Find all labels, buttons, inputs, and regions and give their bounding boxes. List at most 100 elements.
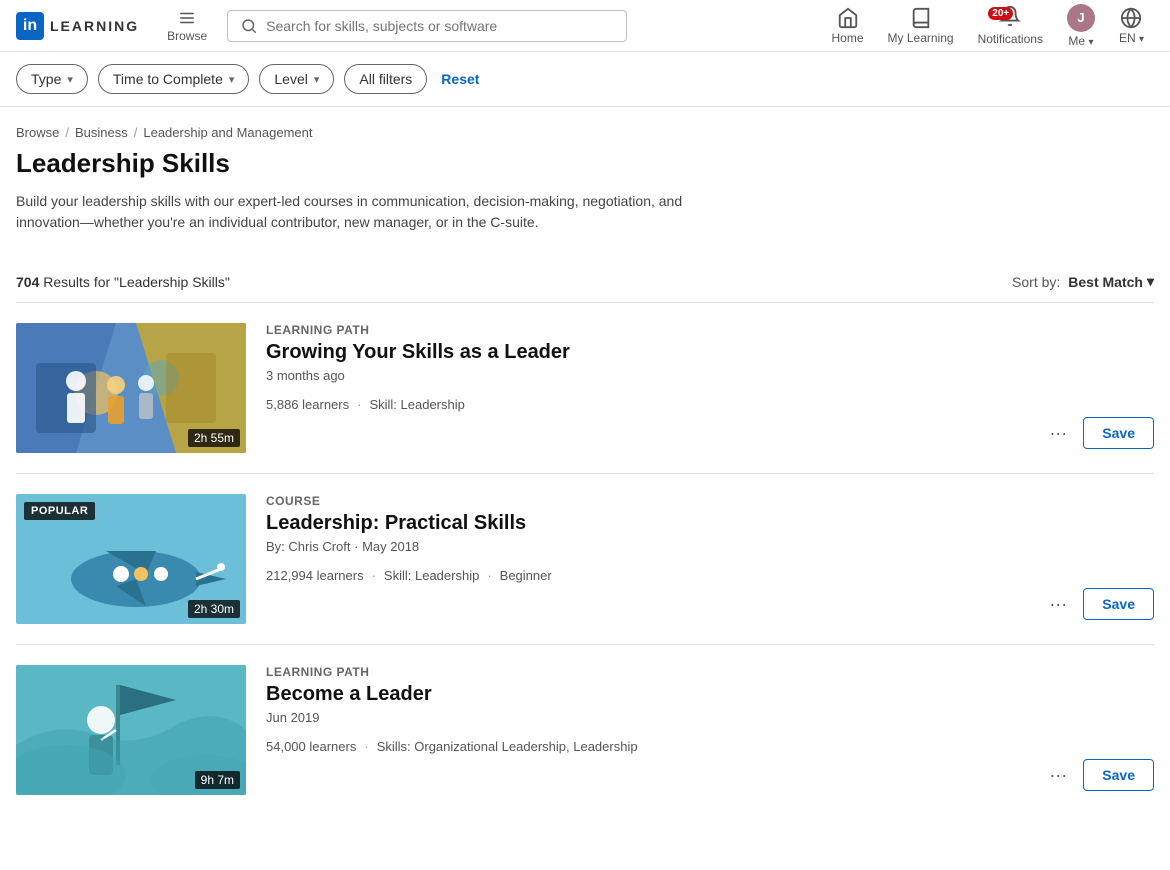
course-info-2: COURSE Leadership: Practical Skills By: … xyxy=(266,494,1023,583)
course-meta-1: 3 months ago xyxy=(266,368,1023,383)
nav-language-label: EN ▾ xyxy=(1119,31,1144,45)
table-row: POPULAR 2h 30m COURSE Leadership: Practi… xyxy=(16,473,1154,644)
filter-bar: Type ▾ Time to Complete ▾ Level ▾ All fi… xyxy=(0,52,1170,107)
course-title-1[interactable]: Growing Your Skills as a Leader xyxy=(266,341,1023,364)
filter-all-button[interactable]: All filters xyxy=(344,64,427,94)
notification-badge: 20+ xyxy=(988,7,1013,20)
course-type-1: LEARNING PATH xyxy=(266,323,1023,337)
nav-home-label: Home xyxy=(832,31,864,45)
separator: · xyxy=(372,568,376,583)
results-label: Results for "Leadership Skills" xyxy=(43,274,230,290)
breadcrumb-area: Browse / Business / Leadership and Manag… xyxy=(0,107,1170,261)
filter-time-button[interactable]: Time to Complete ▾ xyxy=(98,64,250,94)
save-button-3[interactable]: Save xyxy=(1083,759,1154,791)
table-row: 2h 55m LEARNING PATH Growing Your Skills… xyxy=(16,302,1154,473)
nav-me-label: Me ▾ xyxy=(1068,34,1093,48)
chevron-down-icon: ▾ xyxy=(67,73,73,86)
nav-me[interactable]: J Me ▾ xyxy=(1057,0,1105,52)
browse-label: Browse xyxy=(167,29,207,43)
course-learners-1: 5,886 learners xyxy=(266,397,349,412)
reset-button[interactable]: Reset xyxy=(437,65,483,93)
avatar: J xyxy=(1067,4,1095,32)
course-title-2[interactable]: Leadership: Practical Skills xyxy=(266,512,1023,535)
nav-home[interactable]: Home xyxy=(822,3,874,49)
separator: · xyxy=(357,397,361,412)
menu-icon xyxy=(178,9,196,27)
breadcrumb: Browse / Business / Leadership and Manag… xyxy=(16,125,1154,140)
sort-area: Sort by: Best Match ▾ xyxy=(1012,273,1154,290)
results-number: 704 xyxy=(16,274,39,290)
browse-button[interactable]: Browse xyxy=(159,5,215,47)
course-list: 2h 55m LEARNING PATH Growing Your Skills… xyxy=(0,302,1170,815)
home-icon xyxy=(837,7,859,29)
page-title: Leadership Skills xyxy=(16,148,1154,179)
separator: · xyxy=(364,739,368,754)
nav-my-learning-label: My Learning xyxy=(888,31,954,45)
separator: · xyxy=(487,568,491,583)
book-icon xyxy=(910,7,932,29)
globe-icon xyxy=(1120,7,1142,29)
chevron-down-icon: ▾ xyxy=(229,73,235,86)
course-actions-2: ··· Save xyxy=(1043,588,1154,620)
page-description: Build your leadership skills with our ex… xyxy=(16,191,696,233)
search-input[interactable] xyxy=(266,18,614,34)
search-icon xyxy=(240,17,258,35)
results-bar: 704 Results for "Leadership Skills" Sort… xyxy=(0,261,1170,302)
logo-area: in LEARNING xyxy=(16,12,139,40)
chevron-down-icon: ▾ xyxy=(314,73,320,86)
filter-time-label: Time to Complete xyxy=(113,71,223,87)
nav-language[interactable]: EN ▾ xyxy=(1109,3,1154,49)
filter-all-label: All filters xyxy=(359,71,412,87)
more-options-button-2[interactable]: ··· xyxy=(1043,590,1073,619)
results-count: 704 Results for "Leadership Skills" xyxy=(16,274,230,290)
filter-level-button[interactable]: Level ▾ xyxy=(259,64,334,94)
course-type-2: COURSE xyxy=(266,494,1023,508)
filter-level-label: Level xyxy=(274,71,307,87)
course-info-1: LEARNING PATH Growing Your Skills as a L… xyxy=(266,323,1023,412)
breadcrumb-sep-2: / xyxy=(134,125,138,140)
nav-notifications[interactable]: 20+ Notifications xyxy=(968,1,1053,50)
filter-type-label: Type xyxy=(31,71,61,87)
course-meta-3: Jun 2019 xyxy=(266,710,1023,725)
course-skill-1: Skill: Leadership xyxy=(369,397,464,412)
course-stats-3: 54,000 learners · Skills: Organizational… xyxy=(266,739,1023,754)
course-badge-2: POPULAR xyxy=(24,502,95,520)
sort-label: Sort by: xyxy=(1012,274,1060,290)
course-level-2: Beginner xyxy=(500,568,552,583)
course-thumbnail-3[interactable]: 9h 7m xyxy=(16,665,246,795)
header: in LEARNING Browse Home My Learning xyxy=(0,0,1170,52)
course-stats-1: 5,886 learners · Skill: Leadership xyxy=(266,397,1023,412)
nav-items: Home My Learning 20+ Notifications J Me … xyxy=(822,0,1154,52)
course-info-3: LEARNING PATH Become a Leader Jun 2019 5… xyxy=(266,665,1023,754)
nav-my-learning[interactable]: My Learning xyxy=(878,3,964,49)
save-button-1[interactable]: Save xyxy=(1083,417,1154,449)
sort-dropdown[interactable]: Best Match ▾ xyxy=(1068,273,1154,290)
nav-notifications-label: Notifications xyxy=(978,32,1043,46)
sort-value-text: Best Match xyxy=(1068,274,1143,290)
more-options-button-3[interactable]: ··· xyxy=(1043,761,1073,790)
course-duration-2: 2h 30m xyxy=(188,600,240,618)
more-options-button-1[interactable]: ··· xyxy=(1043,419,1073,448)
course-stats-2: 212,994 learners · Skill: Leadership · B… xyxy=(266,568,1023,583)
logo-text: LEARNING xyxy=(50,18,139,34)
logo-in-text: in xyxy=(23,17,37,35)
course-duration-1: 2h 55m xyxy=(188,429,240,447)
breadcrumb-sep-1: / xyxy=(65,125,69,140)
linkedin-logo-icon: in xyxy=(16,12,44,40)
course-title-3[interactable]: Become a Leader xyxy=(266,683,1023,706)
course-duration-3: 9h 7m xyxy=(195,771,240,789)
sort-chevron-icon: ▾ xyxy=(1147,273,1154,290)
breadcrumb-business[interactable]: Business xyxy=(75,125,128,140)
course-meta-2: By: Chris Croft · May 2018 xyxy=(266,539,1023,554)
course-thumbnail-2[interactable]: POPULAR 2h 30m xyxy=(16,494,246,624)
filter-type-button[interactable]: Type ▾ xyxy=(16,64,88,94)
course-learners-3: 54,000 learners xyxy=(266,739,356,754)
breadcrumb-current: Leadership and Management xyxy=(143,125,312,140)
course-thumbnail-1[interactable]: 2h 55m xyxy=(16,323,246,453)
search-bar[interactable] xyxy=(227,10,627,42)
save-button-2[interactable]: Save xyxy=(1083,588,1154,620)
course-actions-1: ··· Save xyxy=(1043,417,1154,449)
course-actions-3: ··· Save xyxy=(1043,759,1154,791)
breadcrumb-browse[interactable]: Browse xyxy=(16,125,59,140)
course-skill-2: Skill: Leadership xyxy=(384,568,479,583)
